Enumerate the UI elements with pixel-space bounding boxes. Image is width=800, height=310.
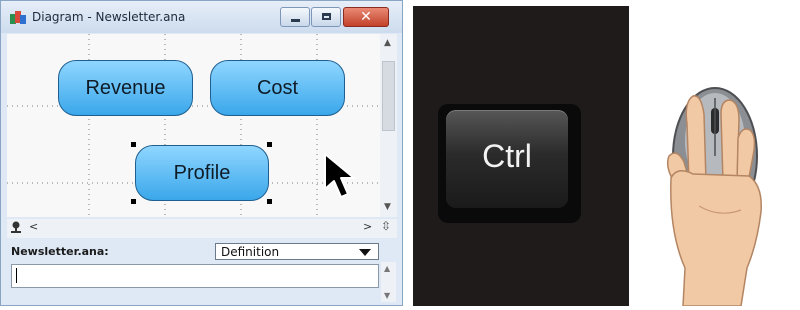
selection-handle-top-left[interactable] [131, 142, 136, 147]
scroll-left-icon[interactable]: < [29, 220, 38, 233]
title-bar[interactable]: Diagram - Newsletter.ana ✕ [1, 1, 402, 33]
scroll-down-icon[interactable]: ▼ [384, 202, 391, 212]
view-dropdown[interactable]: Definition [215, 243, 379, 260]
mouse-panel [629, 6, 800, 307]
scroll-thumb[interactable] [382, 61, 395, 131]
diagram-vertical-scrollbar[interactable]: ▲ ▼ [380, 34, 397, 217]
node-profile[interactable]: Profile [135, 145, 269, 201]
node-revenue[interactable]: Revenue [58, 60, 193, 116]
minimize-icon [281, 8, 309, 26]
window-title: Diagram - Newsletter.ana [32, 10, 186, 24]
selection-handle-bottom-right[interactable] [267, 199, 272, 204]
split-handle-icon[interactable]: ⇳ [381, 219, 391, 233]
keyboard-panel: Ctrl [413, 6, 629, 306]
diagram-horizontal-scrollbar[interactable]: < > ⇳ [7, 219, 397, 238]
definition-header: Newsletter.ana: Definition [7, 240, 397, 262]
selection-handle-bottom-left[interactable] [131, 199, 136, 204]
pin-icon[interactable] [11, 221, 21, 233]
ctrl-key-top: Ctrl [446, 110, 568, 208]
scroll-up-icon[interactable]: ▲ [384, 264, 390, 273]
chevron-down-icon [359, 249, 371, 256]
maximize-icon [312, 8, 340, 26]
diagram-canvas[interactable]: Revenue Cost Profile [7, 34, 380, 217]
minimize-button[interactable] [280, 7, 310, 27]
diagram-app-icon [10, 11, 26, 24]
selection-handle-top-right[interactable] [267, 142, 272, 147]
node-cost[interactable]: Cost [210, 60, 345, 116]
definition-text-field[interactable] [11, 264, 379, 288]
close-icon: ✕ [360, 9, 372, 25]
scroll-down-icon[interactable]: ▼ [384, 291, 390, 300]
ctrl-key: Ctrl [438, 104, 581, 223]
file-label: Newsletter.ana: [11, 245, 109, 258]
definition-scrollbar[interactable]: ▲ ▼ [381, 262, 396, 302]
text-caret [16, 268, 17, 283]
ctrl-key-label: Ctrl [482, 138, 532, 174]
close-button[interactable]: ✕ [343, 7, 389, 27]
arrow-cursor-icon [324, 153, 355, 198]
scroll-up-icon[interactable]: ▲ [384, 38, 391, 48]
scroll-right-icon[interactable]: > [363, 220, 372, 233]
diagram-window: Diagram - Newsletter.ana ✕ Revenue Cost … [0, 0, 403, 306]
view-dropdown-value: Definition [221, 245, 280, 259]
maximize-button[interactable] [311, 7, 341, 27]
mouse-with-hand-icon [666, 87, 762, 307]
